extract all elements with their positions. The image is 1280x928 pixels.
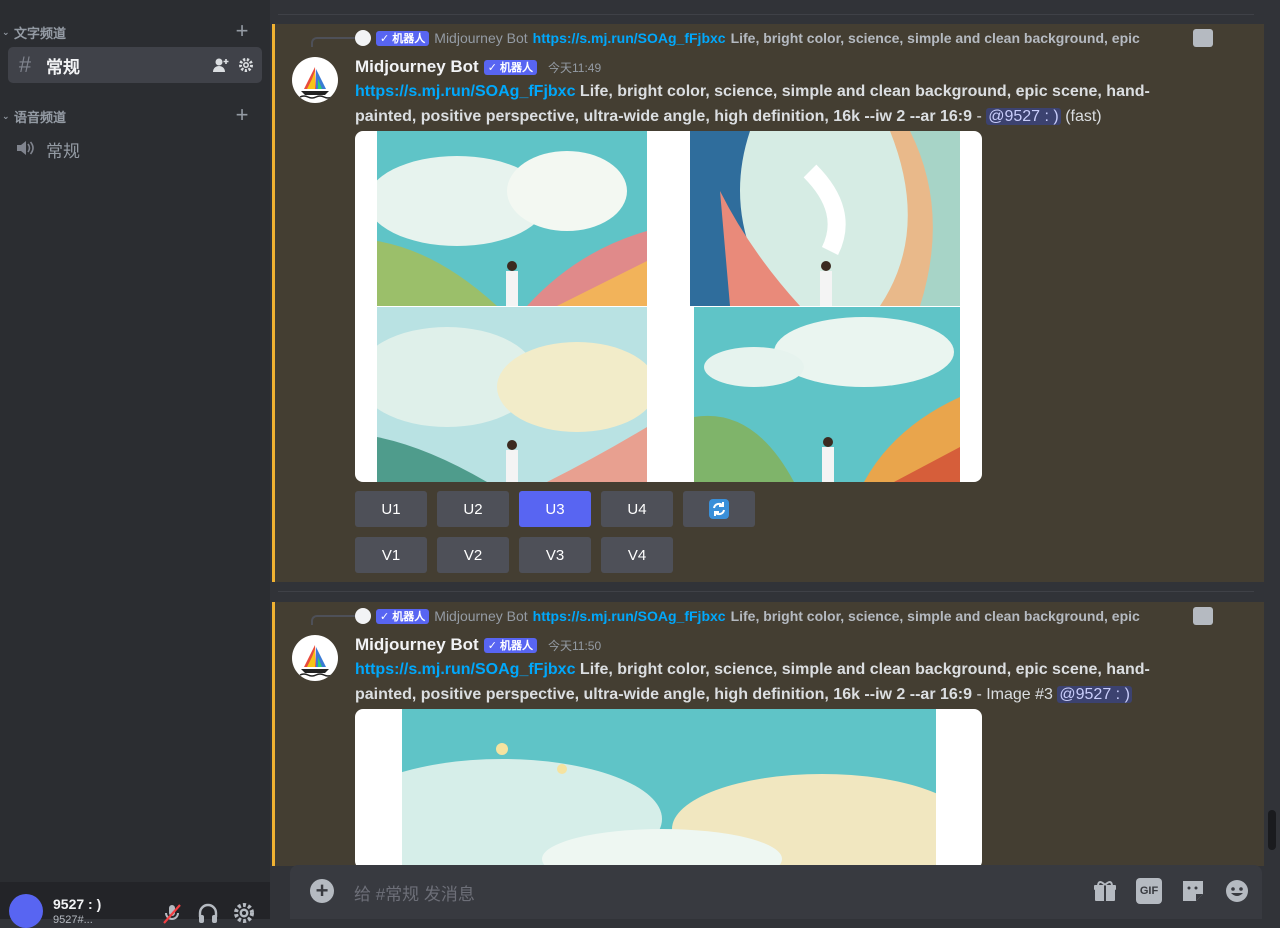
message-header: Midjourney Bot ✓ 机器人 今天11:49: [355, 57, 601, 77]
author-name[interactable]: Midjourney Bot: [355, 57, 479, 77]
message-content: https://s.mj.run/SOAg_fFjbxc Life, brigh…: [355, 79, 1205, 129]
user-tag: 9527#...: [53, 914, 93, 926]
prompt-link[interactable]: https://s.mj.run/SOAg_fFjbxc: [355, 661, 575, 678]
invite-user-icon[interactable]: [212, 57, 230, 73]
bot-badge: ✓ 机器人: [376, 30, 430, 46]
category-label: 文字频道: [14, 25, 67, 41]
channel-sidebar: ⌄ 文字频道 + # 常规 ⌄ 语音频道 + 常规 9527 : ) 9527#…: [0, 0, 270, 928]
voice-channels-category[interactable]: ⌄ 语音频道: [2, 106, 66, 126]
message-composer: + 给 #常规 发消息 GIF: [290, 865, 1262, 919]
message-header: Midjourney Bot ✓ 机器人 今天11:50: [355, 635, 601, 655]
reply-author: Midjourney Bot: [434, 608, 528, 624]
author-name[interactable]: Midjourney Bot: [355, 635, 479, 655]
variation-2-button[interactable]: V2: [437, 537, 509, 573]
user-panel: 9527 : ) 9527#...: [0, 882, 270, 928]
reply-preview[interactable]: ✓ 机器人 Midjourney Bot https://s.mj.run/SO…: [355, 606, 1215, 626]
mute-microphone-icon[interactable]: [160, 901, 184, 925]
refresh-icon: [709, 499, 729, 519]
channel-item-voice-general[interactable]: 常规: [8, 131, 262, 167]
divider: [278, 591, 1254, 592]
message: ✓ 机器人 Midjourney Bot https://s.mj.run/SO…: [272, 24, 1264, 582]
message: ✓ 机器人 Midjourney Bot https://s.mj.run/SO…: [272, 602, 1264, 869]
divider: [278, 14, 1254, 15]
channel-label: 常规: [46, 141, 80, 161]
scrollbar-thumb[interactable]: [1268, 810, 1276, 850]
speaker-icon: [8, 135, 42, 163]
grid-image-3: [377, 307, 647, 482]
add-channel-icon[interactable]: +: [232, 104, 252, 126]
reply-preview[interactable]: ✓ 机器人 Midjourney Bot https://s.mj.run/SO…: [355, 28, 1215, 48]
upscale-1-button[interactable]: U1: [355, 491, 427, 527]
upscaled-image[interactable]: [355, 709, 982, 869]
gif-icon[interactable]: GIF: [1136, 878, 1162, 904]
image-number-text: - Image #3: [972, 686, 1058, 703]
message-content: https://s.mj.run/SOAg_fFjbxc Life, brigh…: [355, 657, 1205, 707]
prompt-link[interactable]: https://s.mj.run/SOAg_fFjbxc: [355, 83, 575, 100]
reply-connector: [311, 37, 355, 47]
add-attachment-icon[interactable]: +: [310, 879, 334, 903]
gift-icon[interactable]: [1092, 878, 1118, 904]
variation-1-button[interactable]: V1: [355, 537, 427, 573]
avatar[interactable]: [292, 635, 338, 681]
user-mention[interactable]: @9527 : ): [1057, 686, 1132, 703]
sticker-icon[interactable]: [1180, 878, 1206, 904]
hash-icon: #: [18, 52, 32, 77]
chevron-down-icon: ⌄: [2, 110, 10, 121]
avatar[interactable]: [292, 57, 338, 103]
user-settings-gear-icon[interactable]: [232, 901, 256, 925]
user-mention[interactable]: @9527 : ): [986, 108, 1061, 125]
category-label: 语音频道: [14, 109, 67, 125]
reply-avatar: [355, 30, 371, 46]
variation-4-button[interactable]: V4: [601, 537, 673, 573]
upscale-2-button[interactable]: U2: [437, 491, 509, 527]
speed-label: (fast): [1065, 108, 1102, 125]
headphones-icon[interactable]: [196, 901, 220, 925]
reply-link[interactable]: https://s.mj.run/SOAg_fFjbxc: [533, 608, 726, 624]
message-input[interactable]: 给 #常规 发消息: [354, 880, 475, 905]
image-grid[interactable]: [355, 131, 982, 482]
grid-image-2: [690, 131, 960, 306]
text-channels-category[interactable]: ⌄ 文字频道: [2, 22, 66, 42]
separator-text: -: [972, 108, 987, 125]
bot-badge: ✓ 机器人: [483, 637, 537, 653]
upscaled-image-content: [402, 709, 936, 869]
reroll-button[interactable]: [683, 491, 755, 527]
image-attachment-icon: [1193, 29, 1213, 47]
upscale-3-button[interactable]: U3: [519, 491, 591, 527]
variation-3-button[interactable]: V3: [519, 537, 591, 573]
reply-connector: [311, 615, 355, 625]
timestamp: 今天11:49: [548, 60, 602, 75]
bot-badge: ✓ 机器人: [376, 608, 430, 624]
emoji-icon[interactable]: [1224, 878, 1250, 904]
grid-image-1: [377, 131, 647, 306]
timestamp: 今天11:50: [548, 638, 602, 653]
upscale-4-button[interactable]: U4: [601, 491, 673, 527]
channel-label: 常规: [46, 57, 80, 77]
reply-text: Life, bright color, science, simple and …: [730, 608, 1140, 624]
username: 9527 : ): [53, 896, 102, 912]
reply-link[interactable]: https://s.mj.run/SOAg_fFjbxc: [533, 30, 726, 46]
channel-item-general[interactable]: # 常规: [8, 47, 262, 83]
grid-image-4: [694, 307, 960, 482]
add-channel-icon[interactable]: +: [232, 20, 252, 42]
chat-area: ✓ 机器人 Midjourney Bot https://s.mj.run/SO…: [270, 0, 1280, 919]
reply-author: Midjourney Bot: [434, 30, 528, 46]
gear-icon[interactable]: [238, 57, 254, 73]
user-avatar[interactable]: [9, 894, 43, 928]
bot-badge: ✓ 机器人: [483, 59, 537, 75]
chevron-down-icon: ⌄: [2, 26, 10, 37]
reply-avatar: [355, 608, 371, 624]
reply-text: Life, bright color, science, simple and …: [730, 30, 1140, 46]
image-attachment-icon: [1193, 607, 1213, 625]
